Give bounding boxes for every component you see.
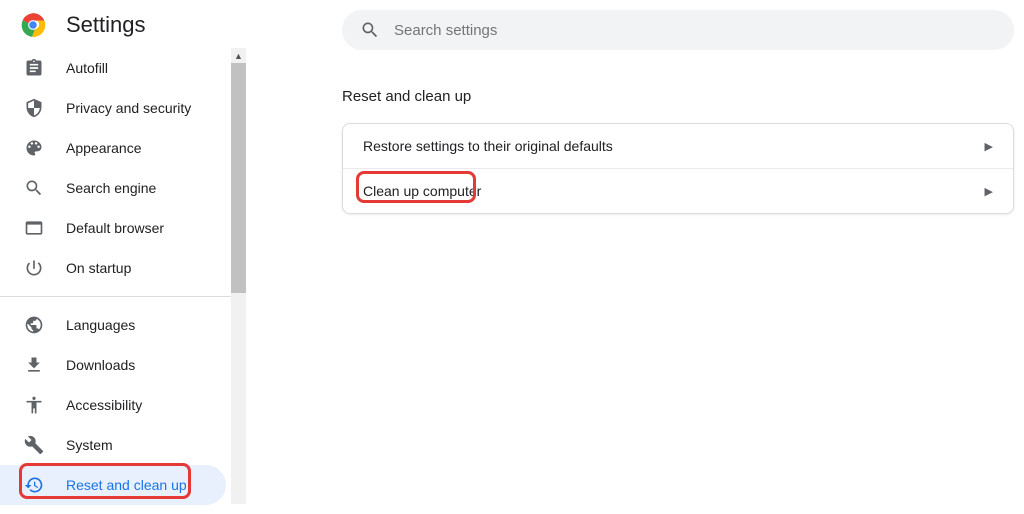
palette-icon <box>24 138 44 158</box>
power-icon <box>24 258 44 278</box>
chevron-right-icon: ▶ <box>985 185 993 198</box>
sidebar-item-label: Search engine <box>66 180 156 196</box>
sidebar-item-label: Reset and clean up <box>66 477 187 493</box>
download-icon <box>24 355 44 375</box>
restore-defaults-row[interactable]: Restore settings to their original defau… <box>343 124 1013 168</box>
sidebar-item-default-browser[interactable]: Default browser <box>0 208 246 248</box>
sidebar-item-label: Languages <box>66 317 135 333</box>
row-label: Restore settings to their original defau… <box>363 138 613 154</box>
page-title: Settings <box>66 12 146 38</box>
chevron-right-icon: ▶ <box>985 140 993 153</box>
sidebar-item-label: Accessibility <box>66 397 142 413</box>
clean-up-computer-row[interactable]: Clean up computer ▶ <box>343 168 1013 213</box>
clipboard-icon <box>24 58 44 78</box>
scrollbar[interactable]: ▲ <box>231 48 246 504</box>
accessibility-icon <box>24 395 44 415</box>
search-bar[interactable] <box>342 10 1014 50</box>
browser-icon <box>24 218 44 238</box>
scroll-up-icon[interactable]: ▲ <box>231 48 246 63</box>
search-icon <box>24 178 44 198</box>
sidebar-item-label: Default browser <box>66 220 164 236</box>
sidebar-item-on-startup[interactable]: On startup <box>0 248 246 288</box>
sidebar-item-languages[interactable]: Languages <box>0 305 246 345</box>
divider <box>0 296 246 297</box>
search-input[interactable] <box>394 22 996 39</box>
scroll-thumb[interactable] <box>231 63 246 293</box>
row-label: Clean up computer <box>363 183 481 199</box>
sidebar-item-label: System <box>66 437 113 453</box>
globe-icon <box>24 315 44 335</box>
sidebar-item-label: Privacy and security <box>66 100 191 116</box>
reset-card: Restore settings to their original defau… <box>342 123 1014 214</box>
section-title: Reset and clean up <box>342 88 1014 105</box>
restore-icon <box>24 475 44 495</box>
sidebar-item-label: Appearance <box>66 140 142 156</box>
sidebar-item-reset-clean-up[interactable]: Reset and clean up <box>0 465 226 505</box>
sidebar-item-accessibility[interactable]: Accessibility <box>0 385 246 425</box>
shield-icon <box>24 98 44 118</box>
chrome-logo-icon <box>20 12 46 38</box>
search-icon <box>360 20 380 40</box>
sidebar-item-appearance[interactable]: Appearance <box>0 128 246 168</box>
sidebar-item-label: Downloads <box>66 357 135 373</box>
sidebar-item-system[interactable]: System <box>0 425 246 465</box>
sidebar-item-privacy[interactable]: Privacy and security <box>0 88 246 128</box>
wrench-icon <box>24 435 44 455</box>
sidebar-item-downloads[interactable]: Downloads <box>0 345 246 385</box>
sidebar-item-label: Autofill <box>66 60 108 76</box>
sidebar-item-search-engine[interactable]: Search engine <box>0 168 246 208</box>
sidebar-item-label: On startup <box>66 260 131 276</box>
